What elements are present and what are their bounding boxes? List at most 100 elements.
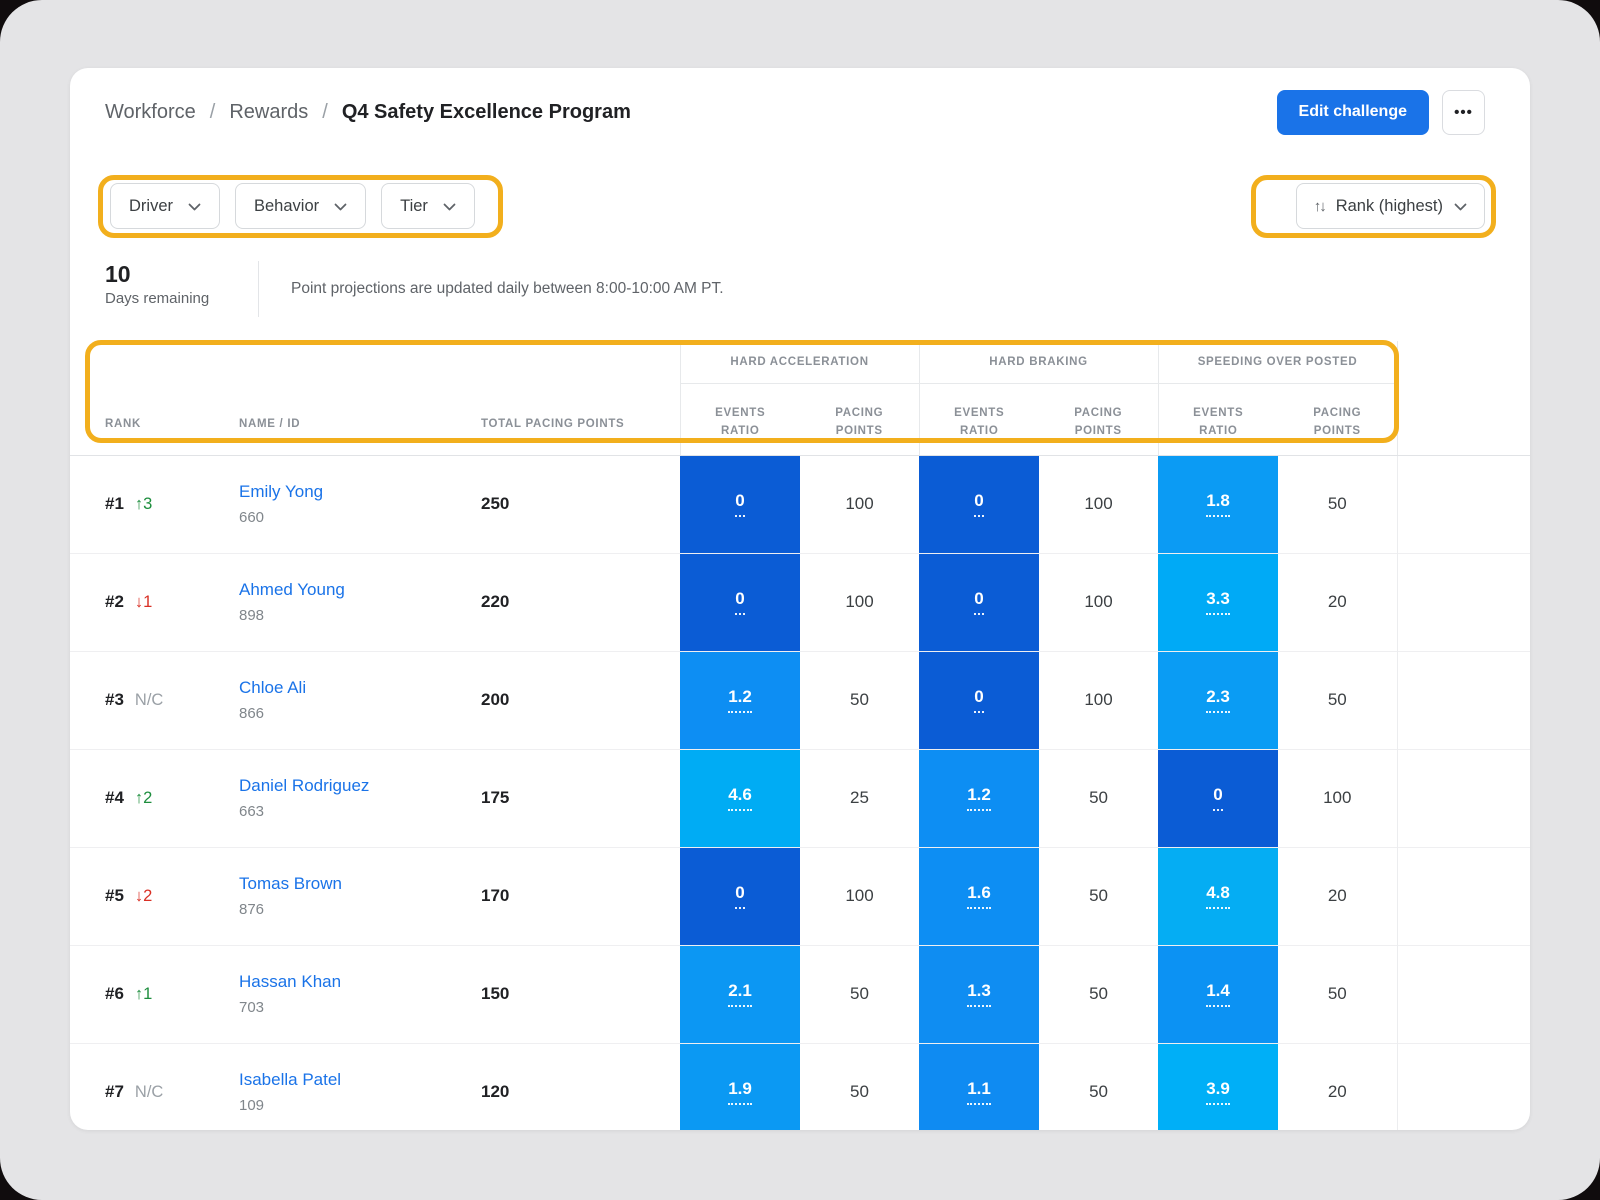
driver-id: 876 (239, 901, 479, 918)
pacing-points-cell: 20 (1278, 1043, 1397, 1130)
events-ratio-value[interactable]: 0 (974, 687, 983, 713)
leaderboard-table: HARD ACCELERATION HARD BRAKING SPEEDING … (70, 341, 1530, 1130)
tier-filter-dropdown[interactable]: Tier (381, 183, 475, 229)
events-ratio-value[interactable]: 1.4 (1206, 981, 1230, 1007)
events-ratio-value[interactable]: 0 (735, 589, 744, 615)
column-header-events-ratio: EVENTS RATIO (680, 384, 800, 456)
events-ratio-value[interactable]: 1.6 (967, 883, 991, 909)
events-ratio-value[interactable]: 0 (974, 589, 983, 615)
pacing-points-cell: 50 (1278, 455, 1397, 553)
chevron-down-icon (1454, 197, 1467, 216)
driver-name-link[interactable]: Hassan Khan (239, 972, 341, 992)
table-row: #5↓2Tomas Brown87617001001.6504.820 (70, 847, 1530, 945)
pacing-points-cell: 50 (800, 651, 919, 749)
table-row: #6↑1Hassan Khan7031502.1501.3501.450 (70, 945, 1530, 1043)
driver-id: 109 (239, 1097, 479, 1114)
group-header-speeding: SPEEDING OVER POSTED (1158, 341, 1397, 384)
driver-name-link[interactable]: Ahmed Young (239, 580, 345, 600)
empty-cell (1397, 455, 1530, 553)
page-title: Q4 Safety Excellence Program (342, 101, 631, 124)
chevron-down-icon (334, 197, 347, 216)
events-ratio-value[interactable]: 1.1 (967, 1079, 991, 1105)
events-ratio-value[interactable]: 2.1 (728, 981, 752, 1007)
pacing-points-cell: 100 (1039, 455, 1158, 553)
pacing-points-cell: 100 (1039, 553, 1158, 651)
events-ratio-value[interactable]: 3.3 (1206, 589, 1230, 615)
events-ratio-value[interactable]: 0 (735, 491, 744, 517)
pacing-points-cell: 50 (800, 1043, 919, 1130)
more-options-button[interactable]: ••• (1442, 90, 1485, 135)
name-cell: Emily Yong 660 (238, 455, 480, 553)
events-ratio-cell: 3.9 (1158, 1043, 1278, 1130)
column-header-events-ratio: EVENTS RATIO (919, 384, 1039, 456)
events-ratio-value[interactable]: 0 (1213, 785, 1222, 811)
events-ratio-cell: 1.1 (919, 1043, 1039, 1130)
events-ratio-value[interactable]: 1.2 (967, 785, 991, 811)
events-ratio-cell: 0 (919, 455, 1039, 553)
driver-name-link[interactable]: Isabella Patel (239, 1070, 341, 1090)
driver-id: 663 (239, 803, 479, 820)
rank-change-indicator: N/C (135, 691, 163, 709)
events-ratio-value[interactable]: 4.6 (728, 785, 752, 811)
table-row: #2↓1Ahmed Young898220010001003.320 (70, 553, 1530, 651)
rank-cell: #4↑2 (70, 749, 238, 847)
driver-name-link[interactable]: Chloe Ali (239, 678, 306, 698)
events-ratio-value[interactable]: 1.9 (728, 1079, 752, 1105)
rank-change-indicator: ↑3 (135, 495, 152, 513)
events-ratio-cell: 1.2 (680, 651, 800, 749)
events-ratio-value[interactable]: 0 (974, 491, 983, 517)
days-remaining-label: Days remaining (105, 290, 258, 307)
chevron-down-icon (443, 197, 456, 216)
events-ratio-value[interactable]: 1.2 (728, 687, 752, 713)
events-ratio-cell: 2.1 (680, 945, 800, 1043)
projections-note: Point projections are updated daily betw… (291, 280, 724, 298)
rank-cell: #7N/C (70, 1043, 238, 1130)
events-ratio-cell: 0 (919, 553, 1039, 651)
events-ratio-value[interactable]: 1.3 (967, 981, 991, 1007)
events-ratio-value[interactable]: 3.9 (1206, 1079, 1230, 1105)
driver-name-link[interactable]: Emily Yong (239, 482, 323, 502)
pacing-points-cell: 50 (800, 945, 919, 1043)
sort-dropdown[interactable]: ↑↓ Rank (highest) (1296, 183, 1485, 229)
driver-id: 660 (239, 509, 479, 526)
breadcrumb-rewards[interactable]: Rewards (229, 101, 308, 124)
events-ratio-value[interactable]: 2.3 (1206, 687, 1230, 713)
driver-filter-label: Driver (129, 197, 173, 216)
pacing-points-cell: 20 (1278, 847, 1397, 945)
breadcrumb-workforce[interactable]: Workforce (105, 101, 196, 124)
driver-id: 866 (239, 705, 479, 722)
edit-challenge-button[interactable]: Edit challenge (1277, 90, 1429, 135)
events-ratio-cell: 4.6 (680, 749, 800, 847)
breadcrumb: Workforce / Rewards / Q4 Safety Excellen… (105, 101, 631, 124)
empty-cell (1397, 1043, 1530, 1130)
pacing-points-cell: 50 (1039, 1043, 1158, 1130)
card-header: Workforce / Rewards / Q4 Safety Excellen… (70, 68, 1530, 136)
events-ratio-value[interactable]: 1.8 (1206, 491, 1230, 517)
events-ratio-value[interactable]: 0 (735, 883, 744, 909)
events-ratio-cell: 1.9 (680, 1043, 800, 1130)
name-cell: Isabella Patel 109 (238, 1043, 480, 1130)
events-ratio-cell: 0 (919, 651, 1039, 749)
sort-arrows-icon: ↑↓ (1314, 198, 1325, 215)
table-row: #1↑3Emily Yong660250010001001.850 (70, 455, 1530, 553)
rank-change-indicator: ↓1 (135, 593, 152, 611)
empty-cell (1397, 945, 1530, 1043)
table-row: #4↑2Daniel Rodriguez6631754.6251.2500100 (70, 749, 1530, 847)
chevron-down-icon (188, 197, 201, 216)
days-remaining-value: 10 (105, 261, 258, 288)
pacing-points-cell: 25 (800, 749, 919, 847)
events-ratio-cell: 1.6 (919, 847, 1039, 945)
pacing-points-cell: 50 (1039, 847, 1158, 945)
behavior-filter-dropdown[interactable]: Behavior (235, 183, 366, 229)
driver-name-link[interactable]: Daniel Rodriguez (239, 776, 369, 796)
empty-cell (1397, 553, 1530, 651)
driver-name-link[interactable]: Tomas Brown (239, 874, 342, 894)
total-pacing-points-cell: 170 (480, 847, 680, 945)
empty-cell (1397, 749, 1530, 847)
driver-filter-dropdown[interactable]: Driver (110, 183, 220, 229)
total-pacing-points-cell: 200 (480, 651, 680, 749)
events-ratio-value[interactable]: 4.8 (1206, 883, 1230, 909)
filters-row: Driver Behavior Tier (70, 183, 1530, 229)
name-cell: Daniel Rodriguez 663 (238, 749, 480, 847)
pacing-points-cell: 50 (1039, 749, 1158, 847)
